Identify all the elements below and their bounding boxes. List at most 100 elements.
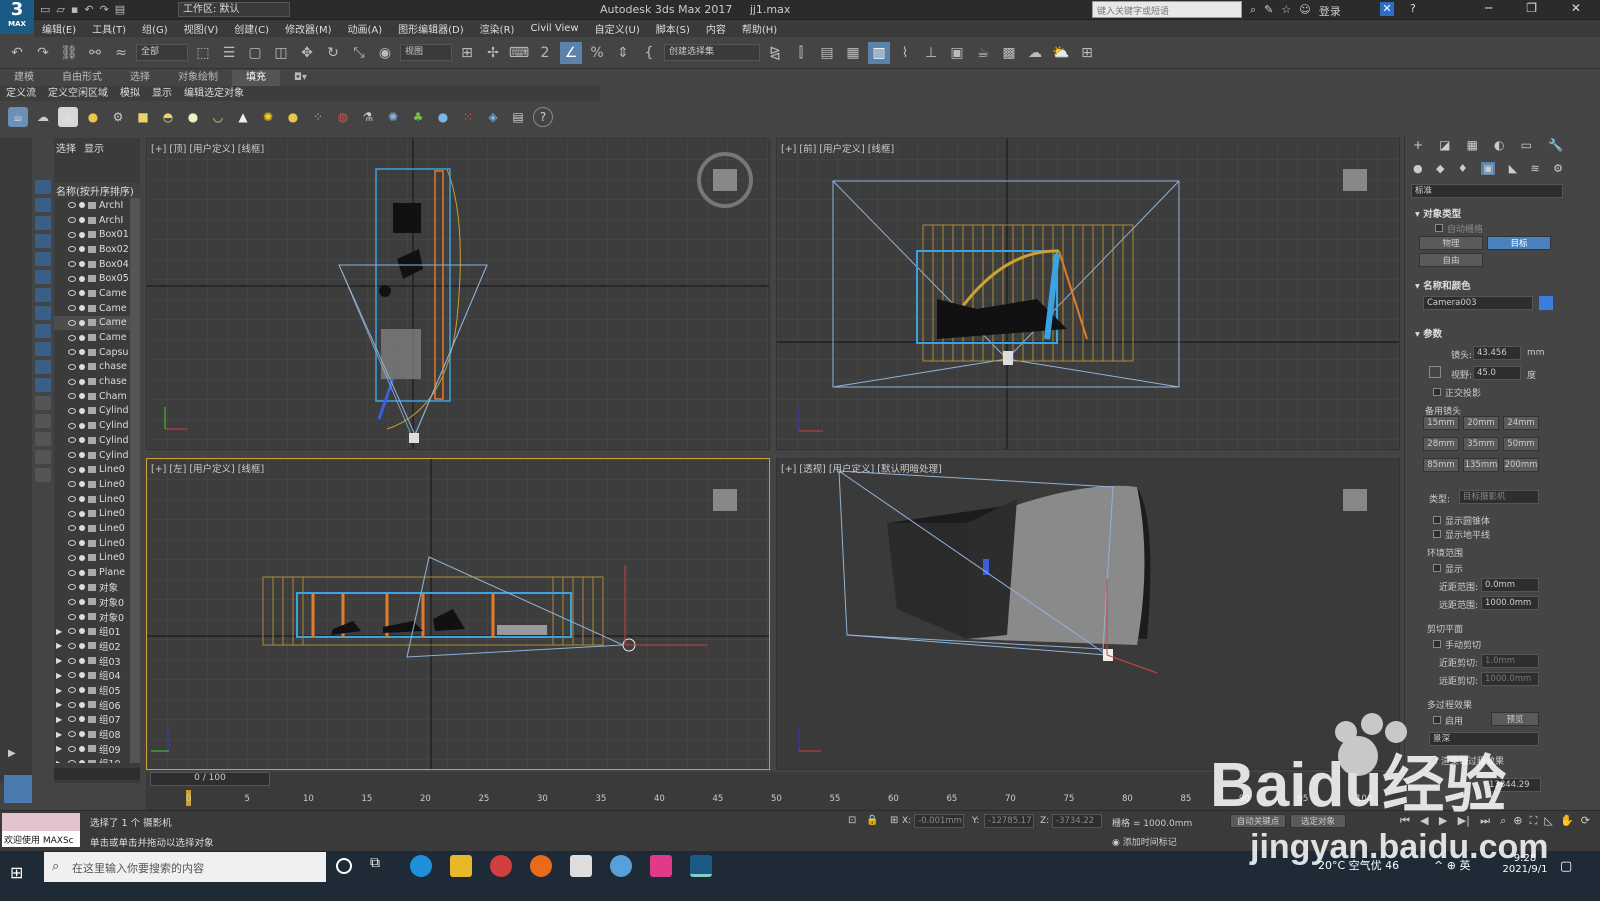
expand-arrow-icon[interactable]: ▶ bbox=[56, 641, 62, 650]
target-camera-button[interactable]: 目标 bbox=[1487, 236, 1551, 250]
target-distance-spinner[interactable]: 13844.29 bbox=[1485, 778, 1541, 792]
lens-85mm-button[interactable]: 85mm bbox=[1423, 458, 1459, 472]
subtab-display[interactable]: 显示 bbox=[146, 86, 178, 101]
save-icon[interactable]: ▪ bbox=[71, 3, 78, 16]
freeze-icon[interactable] bbox=[79, 217, 85, 224]
a360-icon[interactable]: ⊞ bbox=[1076, 42, 1098, 64]
star-icon[interactable]: ☆ bbox=[1281, 3, 1291, 19]
x-coord-field[interactable]: -0.001mm bbox=[914, 814, 964, 828]
link-icon[interactable]: ⛓ bbox=[58, 42, 80, 64]
freeze-icon[interactable] bbox=[79, 261, 85, 268]
named-selection-dropdown[interactable]: 创建选择集 bbox=[664, 44, 760, 61]
eye-icon[interactable] bbox=[68, 525, 76, 532]
zoom-all-icon[interactable]: ⊕ bbox=[1513, 814, 1522, 828]
filter-geometry-icon[interactable] bbox=[35, 180, 51, 194]
list-item[interactable]: ▶ 组03 bbox=[54, 653, 130, 668]
list-item[interactable]: 对象 bbox=[54, 580, 130, 595]
list-item[interactable]: Line0 bbox=[54, 477, 130, 492]
taskbar-search-input[interactable]: 在这里输入你要搜索的内容 bbox=[44, 852, 326, 882]
filter-invert-icon[interactable] bbox=[35, 432, 51, 446]
freeze-icon[interactable] bbox=[79, 716, 85, 723]
list-item[interactable]: Box02 bbox=[54, 242, 130, 257]
viewport-perspective[interactable]: [+] [透视] [用户定义] [默认明暗处理] bbox=[776, 458, 1400, 770]
fov-spinner[interactable]: 45.0 bbox=[1473, 366, 1521, 380]
cone-icon[interactable]: ▲ bbox=[233, 107, 253, 127]
eye-icon[interactable] bbox=[68, 261, 76, 268]
eye-icon[interactable] bbox=[68, 716, 76, 723]
menu-group[interactable]: 组(G) bbox=[134, 21, 176, 36]
list-item[interactable]: chase bbox=[54, 360, 130, 375]
render-each-checkbox[interactable]: 渲染每过程效果 bbox=[1429, 754, 1504, 767]
freeze-icon[interactable] bbox=[79, 554, 85, 561]
cameras-icon[interactable]: ▣ bbox=[1480, 162, 1496, 175]
list-item[interactable]: Capsu bbox=[54, 345, 130, 360]
freeze-icon[interactable] bbox=[79, 393, 85, 400]
goto-end-icon[interactable]: ⏭ bbox=[1480, 814, 1490, 828]
spacewarps-icon[interactable]: ≋ bbox=[1531, 162, 1540, 175]
timeline-ticks[interactable]: 0 5 10 15 20 25 30 35 40 45 50 55 60 65 70 75 80 85 90 95 10… bbox=[186, 794, 1396, 808]
filter-helpers-icon[interactable] bbox=[35, 252, 51, 266]
y-coord-field[interactable]: -12785.17 bbox=[984, 814, 1034, 828]
freeze-icon[interactable] bbox=[79, 657, 85, 664]
teapot-icon[interactable]: ☕ bbox=[8, 107, 28, 127]
modify-tab-icon[interactable]: ◪ bbox=[1439, 138, 1450, 152]
rollout-name-color[interactable]: ▾ 名称和颜色 bbox=[1415, 278, 1471, 292]
eye-icon[interactable] bbox=[68, 202, 76, 209]
fov-direction-icon[interactable] bbox=[1429, 366, 1441, 378]
eye-icon[interactable] bbox=[68, 628, 76, 635]
dots-icon[interactable]: ⁙ bbox=[458, 107, 478, 127]
tray-chevron-icon[interactable]: ^ bbox=[1434, 859, 1443, 872]
freeze-icon[interactable] bbox=[79, 246, 85, 253]
cloud-icon[interactable]: ☁ bbox=[33, 107, 53, 127]
set-key-dropdown[interactable]: 选定对象 bbox=[1290, 814, 1346, 828]
maxscript-welcome[interactable]: 欢迎使用 MAXSc bbox=[2, 831, 80, 847]
menu-civil-view[interactable]: Civil View bbox=[522, 23, 586, 34]
far-clip-spinner[interactable]: 1000.0mm bbox=[1481, 672, 1539, 686]
filter-all-icon[interactable] bbox=[35, 396, 51, 410]
display-tab-icon[interactable]: ▭ bbox=[1521, 138, 1532, 152]
list-item[interactable]: Cylind bbox=[54, 448, 130, 463]
abs-mode-icon[interactable]: ⊞ bbox=[890, 815, 898, 826]
eye-icon[interactable] bbox=[68, 496, 76, 503]
explorer-column-header[interactable]: 名称(按升序排序) bbox=[54, 183, 140, 198]
freeze-icon[interactable] bbox=[79, 452, 85, 459]
play-icon[interactable]: ▶ bbox=[1439, 814, 1447, 828]
atom-icon[interactable]: ✺ bbox=[383, 107, 403, 127]
eye-icon[interactable] bbox=[68, 731, 76, 738]
lights-icon[interactable]: ♦ bbox=[1458, 162, 1468, 175]
z-coord-field[interactable]: -3734.22 bbox=[1052, 814, 1102, 828]
menu-edit[interactable]: 编辑(E) bbox=[34, 21, 84, 36]
list-item[interactable]: ▶ 组01 bbox=[54, 624, 130, 639]
render-setup-icon[interactable]: ☕ bbox=[972, 42, 994, 64]
far-range-spinner[interactable]: 1000.0mm bbox=[1481, 596, 1539, 610]
list-item[interactable]: Box04 bbox=[54, 257, 130, 272]
viewport-top[interactable]: [+] [顶] [用户定义] [线框] bbox=[146, 138, 770, 450]
list-item[interactable]: Line0 bbox=[54, 536, 130, 551]
maxscript-listener[interactable] bbox=[2, 813, 80, 831]
list-item[interactable]: Cylind bbox=[54, 433, 130, 448]
binoculars-icon[interactable]: ⌕ bbox=[1250, 3, 1256, 19]
app-icon[interactable] bbox=[490, 855, 512, 877]
menu-content[interactable]: 内容 bbox=[698, 21, 734, 36]
prev-frame-icon[interactable]: ◀ bbox=[1420, 814, 1428, 828]
menu-customize[interactable]: 自定义(U) bbox=[587, 21, 648, 36]
eye-icon[interactable] bbox=[68, 217, 76, 224]
x-logo-icon[interactable]: ✕ bbox=[1380, 2, 1394, 16]
list-item[interactable]: Line0 bbox=[54, 521, 130, 536]
flask-icon[interactable]: ⚗ bbox=[358, 107, 378, 127]
freeze-icon[interactable] bbox=[79, 481, 85, 488]
task-view-icon[interactable]: ⧉ bbox=[370, 855, 392, 877]
place-icon[interactable]: ◉ bbox=[374, 42, 396, 64]
rollout-object-type[interactable]: ▾ 对象类型 bbox=[1415, 206, 1461, 220]
list-item[interactable]: Line0 bbox=[54, 492, 130, 507]
subtab-define-flows[interactable]: 定义流 bbox=[0, 86, 42, 101]
expand-arrow-icon[interactable]: ▶ bbox=[56, 671, 62, 680]
show-cone-checkbox[interactable]: 显示圆锥体 bbox=[1433, 514, 1490, 527]
ime-label[interactable]: 英 bbox=[1459, 859, 1470, 872]
isolate-icon[interactable]: ⊡ bbox=[848, 815, 856, 826]
freeze-icon[interactable] bbox=[79, 525, 85, 532]
freeze-icon[interactable] bbox=[79, 642, 85, 649]
filter-shapes-icon[interactable] bbox=[35, 198, 51, 212]
list-item[interactable]: Box01 bbox=[54, 227, 130, 242]
snap-toggle-icon[interactable]: 2 bbox=[534, 42, 556, 64]
